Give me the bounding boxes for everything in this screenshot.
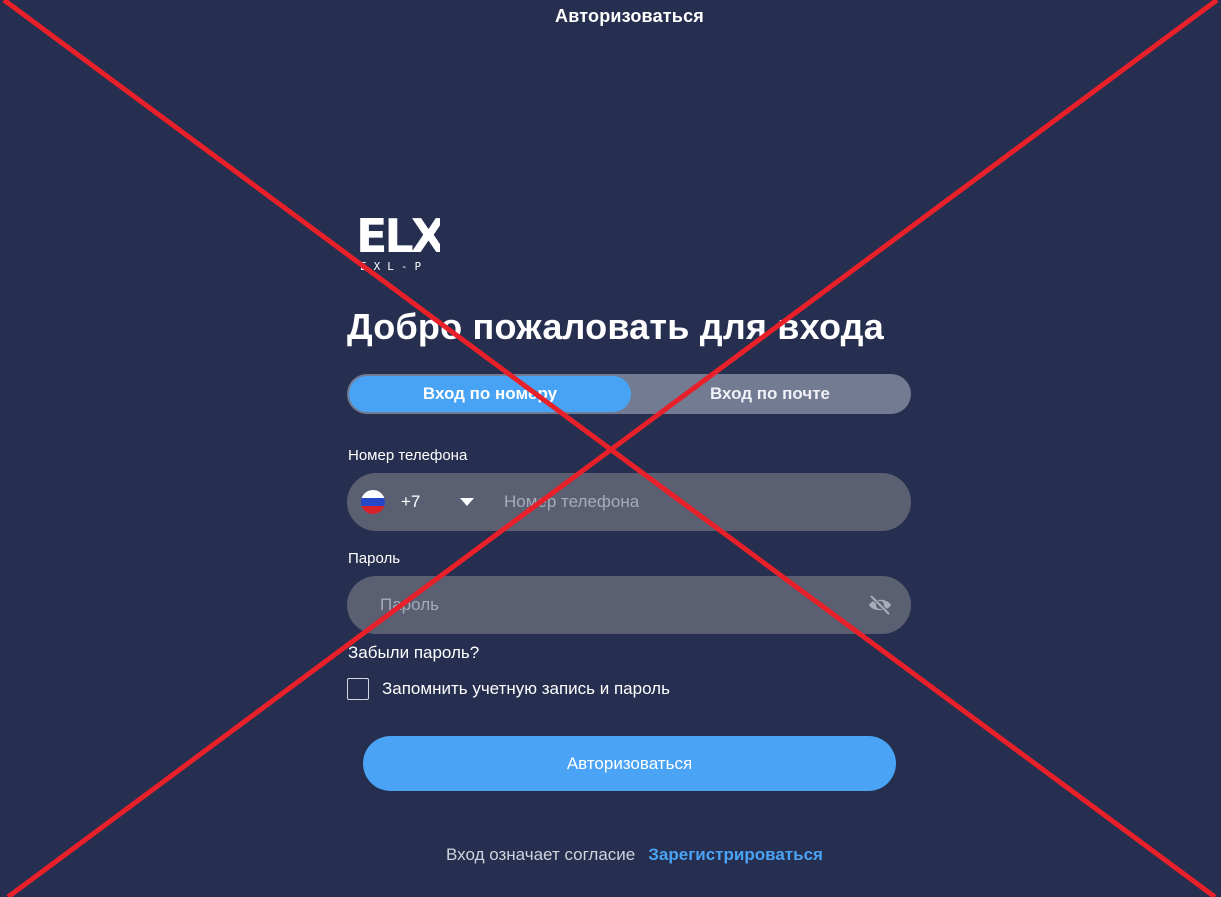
remember-me-label: Запомнить учетную запись и пароль	[382, 679, 670, 698]
brand-logo: ELX EXL-P	[356, 202, 449, 274]
top-bar: Авторизоваться	[0, 0, 1221, 32]
phone-field: +7	[347, 473, 911, 531]
page-title: Добро пожаловать для входа	[347, 306, 884, 347]
password-input[interactable]	[380, 576, 850, 634]
country-code[interactable]: +7	[401, 473, 420, 531]
russia-flag-icon[interactable]	[361, 490, 385, 514]
password-field	[347, 576, 911, 634]
footer: Вход означает согласие Зарегистрироватьс…	[0, 845, 1221, 865]
chevron-down-icon[interactable]	[460, 498, 474, 506]
remember-me[interactable]: Запомнить учетную запись и пароль	[347, 676, 670, 702]
login-method-tabs: Вход по номеру Вход по почте	[347, 374, 911, 414]
top-bar-title: Авторизоваться	[555, 5, 704, 26]
forgot-password-link[interactable]: Забыли пароль?	[348, 643, 479, 663]
phone-input[interactable]	[504, 473, 894, 531]
tab-phone-login[interactable]: Вход по номеру	[349, 376, 631, 412]
eye-off-icon[interactable]	[867, 593, 893, 617]
logo-subtext: EXL-P	[360, 260, 428, 273]
login-submit-button[interactable]: Авторизоваться	[363, 736, 896, 791]
remember-me-checkbox[interactable]	[347, 678, 369, 700]
password-label: Пароль	[348, 550, 401, 567]
tab-email-login[interactable]: Вход по почте	[631, 376, 909, 412]
footer-consent-text: Вход означает согласие	[446, 845, 636, 864]
logo-text: ELX	[356, 209, 440, 263]
phone-label: Номер телефона	[348, 447, 468, 464]
register-link[interactable]: Зарегистрироваться	[648, 845, 823, 865]
